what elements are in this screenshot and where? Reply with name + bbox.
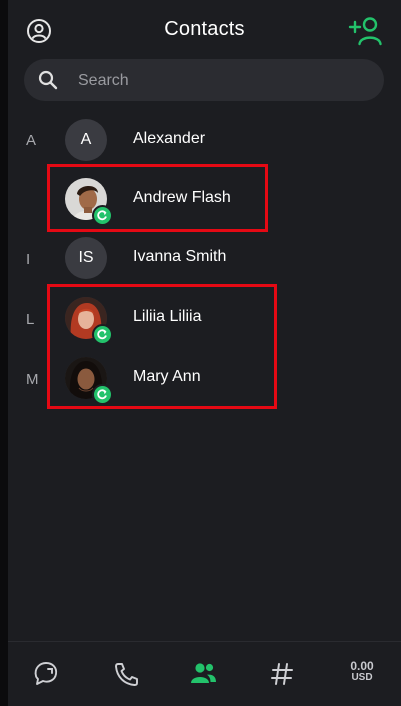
contact-row[interactable]: IS Ivanna Smith (48, 231, 328, 287)
phone-icon[interactable] (105, 656, 145, 692)
highlight-box (47, 284, 277, 409)
search-bar[interactable] (24, 59, 384, 103)
contacts-icon[interactable] (183, 656, 223, 692)
chats-icon[interactable] (26, 656, 66, 692)
header: Contacts (8, 0, 401, 58)
bottom-nav: 0.00 USD (8, 641, 401, 706)
avatar-initials: A (80, 131, 92, 148)
search-input[interactable] (76, 59, 370, 103)
avatar: A (65, 119, 107, 161)
contact-name: Alexander (133, 130, 206, 147)
balance-currency: USD (351, 672, 373, 683)
contacts-screen: Contacts A I L M A Alexander (8, 0, 401, 706)
contact-row[interactable]: A Alexander (48, 113, 328, 169)
avatar-initials: IS (78, 249, 94, 266)
section-letter: M (26, 371, 39, 388)
page-title: Contacts (164, 18, 245, 40)
contact-name: Ivanna Smith (133, 248, 227, 265)
add-contact-icon[interactable] (348, 15, 384, 47)
section-letter: L (26, 311, 35, 328)
balance-indicator[interactable]: 0.00 USD (340, 660, 384, 684)
section-letter: I (26, 251, 31, 268)
section-letter: A (26, 132, 37, 149)
highlight-box (47, 164, 268, 232)
search-icon (38, 70, 58, 90)
avatar: IS (65, 237, 107, 279)
balance-amount: 0.00 (350, 659, 374, 673)
hash-icon[interactable] (262, 656, 302, 692)
